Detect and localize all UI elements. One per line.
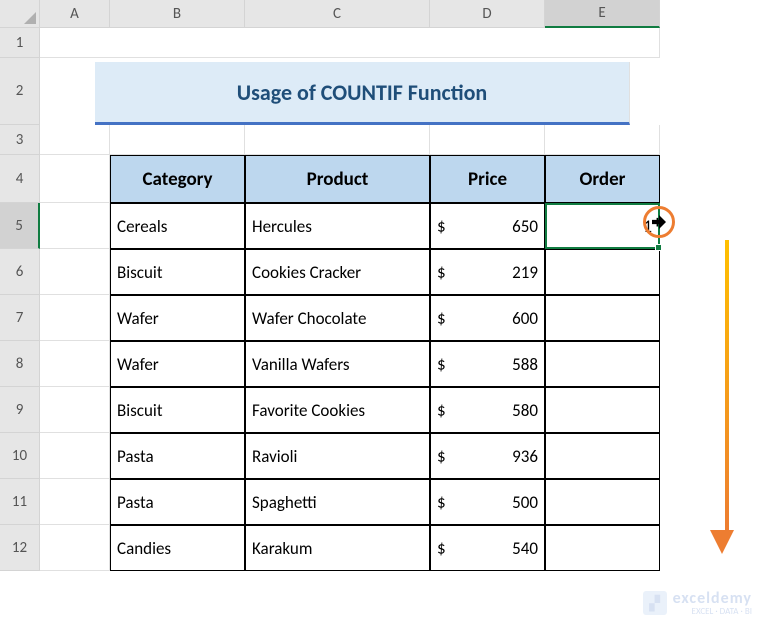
cell-product-3[interactable]: Vanilla Wafers <box>245 341 430 387</box>
title-cell[interactable]: Usage of COUNTIF Function <box>95 62 630 125</box>
cell-e3[interactable] <box>545 125 660 155</box>
cell-order-6[interactable] <box>545 479 660 525</box>
cell-a9[interactable] <box>40 387 110 433</box>
row-header-3[interactable]: 3 <box>0 125 40 155</box>
cell-price-5[interactable]: $936 <box>430 433 545 479</box>
cell-a6[interactable] <box>40 249 110 295</box>
cell-a4[interactable] <box>40 155 110 203</box>
price-value: 500 <box>512 492 538 513</box>
cell-price-1[interactable]: $219 <box>430 249 545 295</box>
cell-price-6[interactable]: $500 <box>430 479 545 525</box>
cell-price-7[interactable]: $540 <box>430 525 545 571</box>
cell-product-7[interactable]: Karakum <box>245 525 430 571</box>
cell-price-3[interactable]: $588 <box>430 341 545 387</box>
cell-category-2[interactable]: Wafer <box>110 295 245 341</box>
row-header-7[interactable]: 7 <box>0 295 40 341</box>
cell-price-4[interactable]: $580 <box>430 387 545 433</box>
cell-product-6[interactable]: Spaghetti <box>245 479 430 525</box>
fill-cursor-icon: + <box>653 211 662 233</box>
currency-symbol: $ <box>437 492 446 513</box>
watermark-main: exceldemy <box>673 590 752 608</box>
currency-symbol: $ <box>437 354 446 375</box>
cell-product-0[interactable]: Hercules <box>245 203 430 249</box>
currency-symbol: $ <box>437 262 446 283</box>
price-value: 600 <box>512 308 538 329</box>
price-value: 936 <box>512 446 538 467</box>
row-header-12[interactable]: 12 <box>0 525 40 571</box>
row-header-1[interactable]: 1 <box>0 28 40 58</box>
row-header-6[interactable]: 6 <box>0 249 40 295</box>
cell-order-4[interactable] <box>545 387 660 433</box>
row-header-9[interactable]: 9 <box>0 387 40 433</box>
cell-a5[interactable] <box>40 203 110 249</box>
header-order[interactable]: Order <box>545 155 660 203</box>
cell-order-3[interactable] <box>545 341 660 387</box>
cell-a7[interactable] <box>40 295 110 341</box>
cell-product-5[interactable]: Ravioli <box>245 433 430 479</box>
cell-price-0[interactable]: $650 <box>430 203 545 249</box>
row-header-4[interactable]: 4 <box>0 155 40 203</box>
cell-a8[interactable] <box>40 341 110 387</box>
watermark-sub: EXCEL · DATA · BI <box>673 607 752 617</box>
price-value: 540 <box>512 538 538 559</box>
select-all-corner[interactable] <box>0 0 40 28</box>
currency-symbol: $ <box>437 446 446 467</box>
cell-category-0[interactable]: Cereals <box>110 203 245 249</box>
cell-a11[interactable] <box>40 479 110 525</box>
cell-a12[interactable] <box>40 525 110 571</box>
annotation-arrow-down <box>720 240 734 554</box>
cell-order-1[interactable] <box>545 249 660 295</box>
cell-d3[interactable] <box>430 125 545 155</box>
col-header-a[interactable]: A <box>40 0 110 28</box>
col-header-e[interactable]: E <box>545 0 660 28</box>
watermark-icon: ▞ <box>643 591 667 615</box>
col-header-b[interactable]: B <box>110 0 245 28</box>
price-value: 580 <box>512 400 538 421</box>
row-header-5[interactable]: 5 <box>0 203 40 249</box>
cell-a3[interactable] <box>40 125 110 155</box>
cell-product-2[interactable]: Wafer Chocolate <box>245 295 430 341</box>
row-header-2[interactable]: 2 <box>0 58 40 125</box>
cell-category-7[interactable]: Candies <box>110 525 245 571</box>
fill-handle[interactable] <box>655 244 662 251</box>
cell-a10[interactable] <box>40 433 110 479</box>
price-value: 588 <box>512 354 538 375</box>
header-category[interactable]: Category <box>110 155 245 203</box>
cell-category-4[interactable]: Biscuit <box>110 387 245 433</box>
cell-a1[interactable] <box>40 28 660 58</box>
cell-category-5[interactable]: Pasta <box>110 433 245 479</box>
col-header-c[interactable]: C <box>245 0 430 28</box>
price-value: 650 <box>512 216 538 237</box>
cell-category-1[interactable]: Biscuit <box>110 249 245 295</box>
currency-symbol: $ <box>437 308 446 329</box>
cell-price-2[interactable]: $600 <box>430 295 545 341</box>
row-header-8[interactable]: 8 <box>0 341 40 387</box>
watermark: ▞ exceldemy EXCEL · DATA · BI <box>643 590 752 617</box>
header-price[interactable]: Price <box>430 155 545 203</box>
spreadsheet-grid: A B C D E 1 2 Usage of COUNTIF Function … <box>0 0 767 571</box>
currency-symbol: $ <box>437 216 446 237</box>
cell-order-2[interactable] <box>545 295 660 341</box>
col-header-d[interactable]: D <box>430 0 545 28</box>
price-value: 219 <box>512 262 538 283</box>
currency-symbol: $ <box>437 400 446 421</box>
cell-product-1[interactable]: Cookies Cracker <box>245 249 430 295</box>
row-header-10[interactable]: 10 <box>0 433 40 479</box>
cell-category-3[interactable]: Wafer <box>110 341 245 387</box>
cell-b3[interactable] <box>110 125 245 155</box>
header-product[interactable]: Product <box>245 155 430 203</box>
cell-category-6[interactable]: Pasta <box>110 479 245 525</box>
cell-product-4[interactable]: Favorite Cookies <box>245 387 430 433</box>
cell-c3[interactable] <box>245 125 430 155</box>
row-header-11[interactable]: 11 <box>0 479 40 525</box>
currency-symbol: $ <box>437 538 446 559</box>
cell-order-7[interactable] <box>545 525 660 571</box>
cell-order-5[interactable] <box>545 433 660 479</box>
